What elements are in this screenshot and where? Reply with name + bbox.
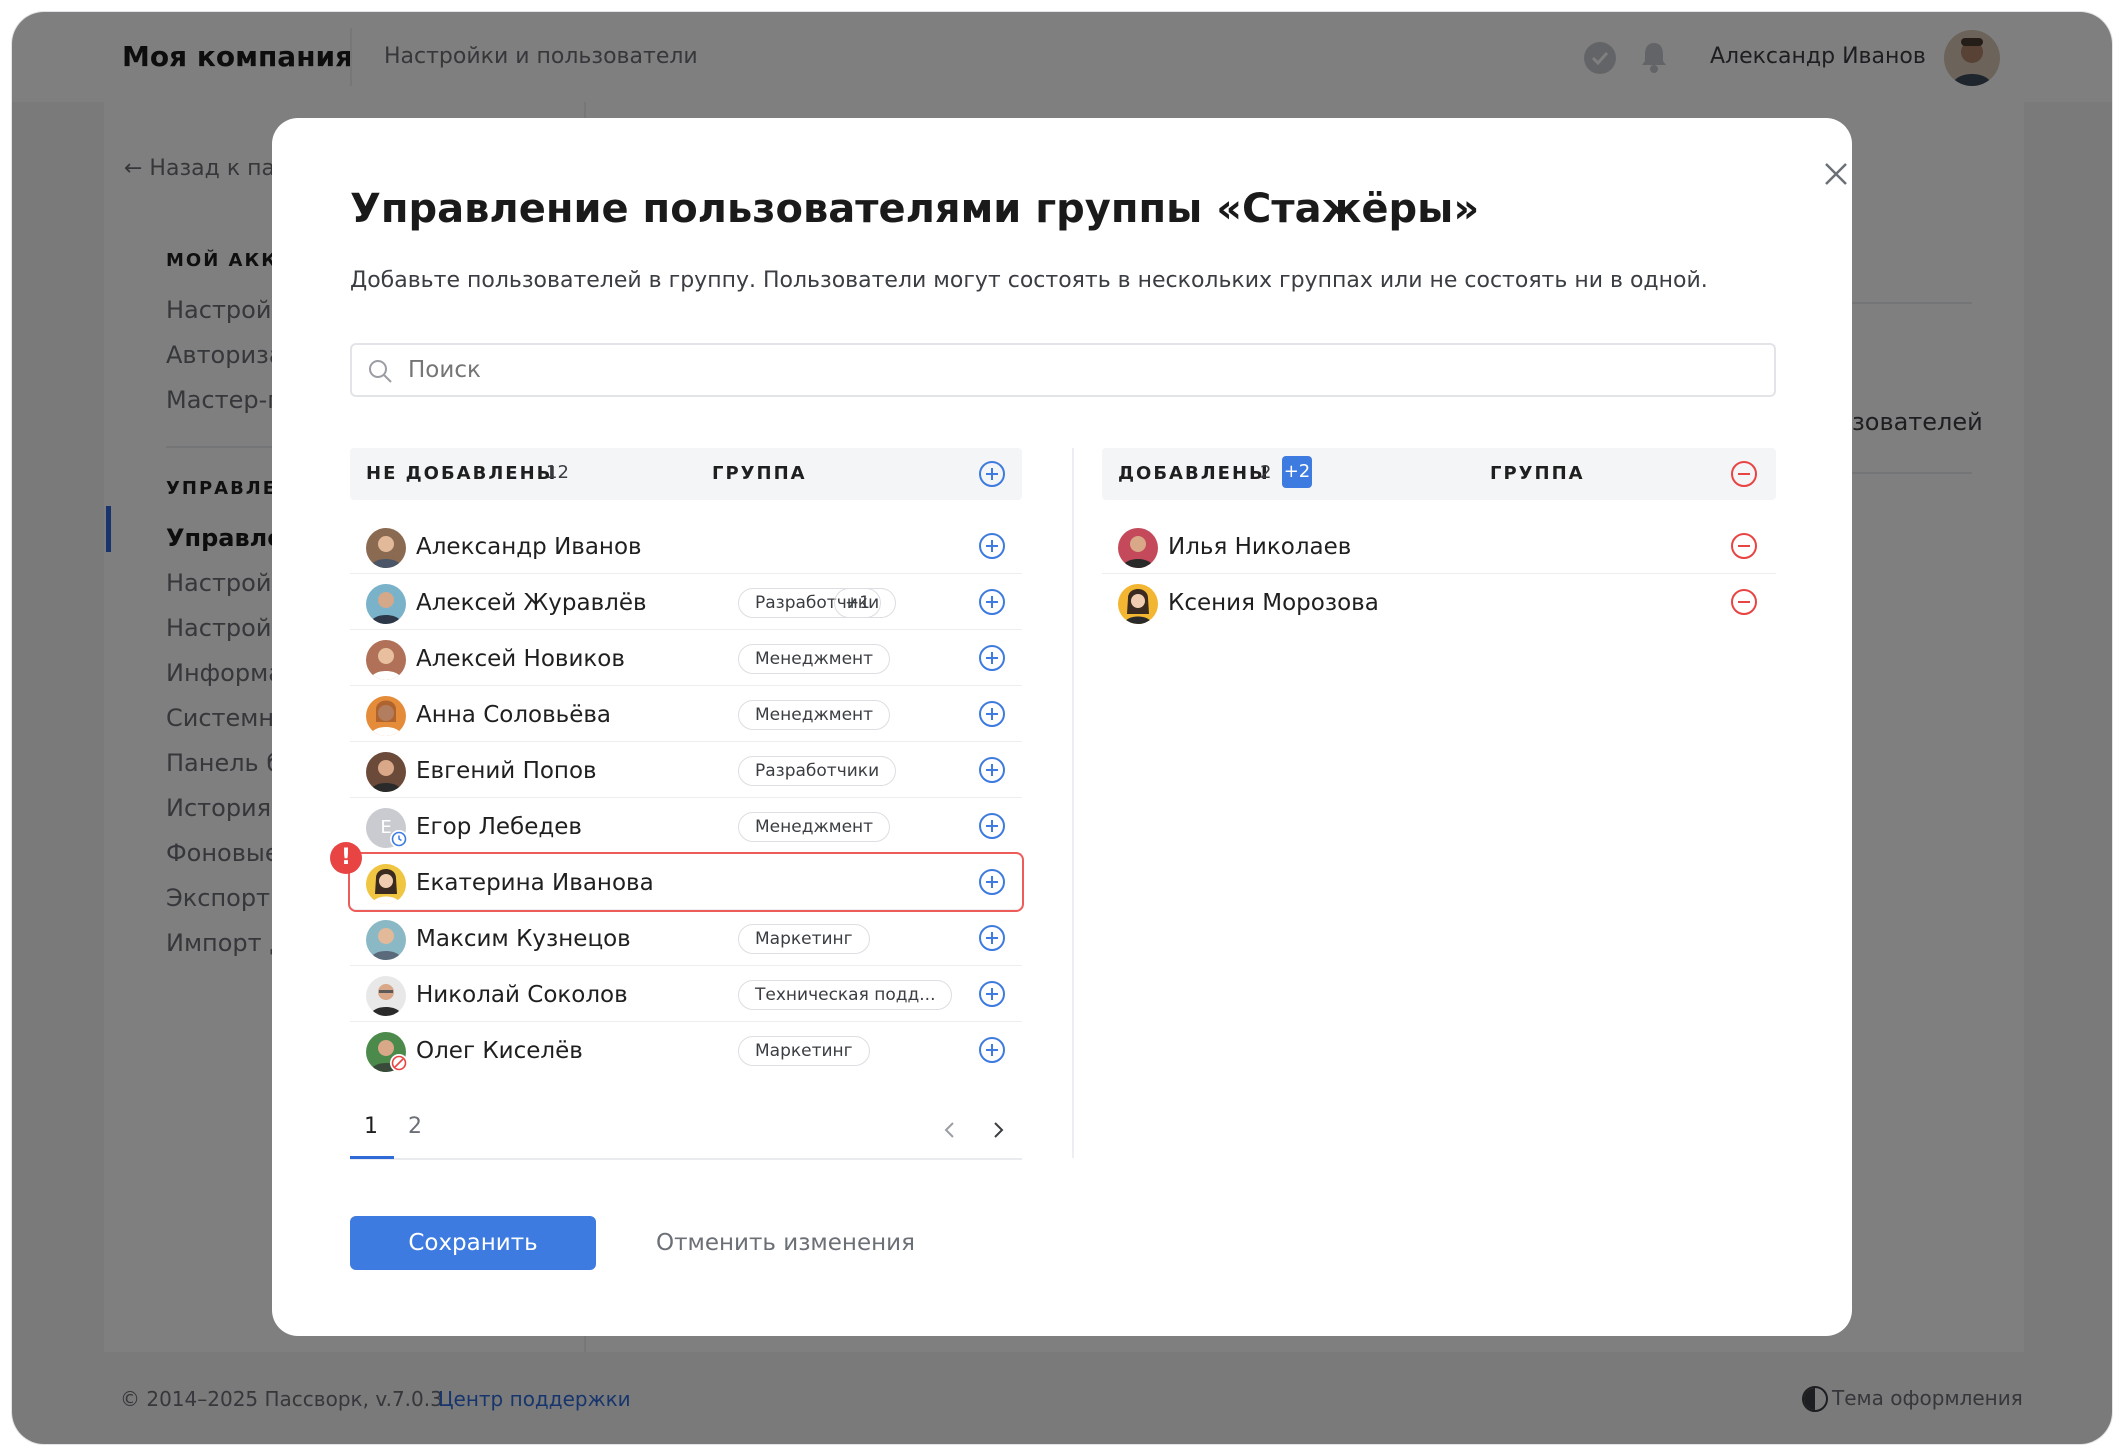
user-name: Александр Иванов	[416, 534, 642, 560]
clock-icon	[390, 830, 408, 848]
added-list: Илья Николаев Ксения Морозова	[1102, 518, 1776, 630]
chevron-left-icon[interactable]	[940, 1120, 960, 1140]
group-column-header: ГРУППА	[1490, 463, 1585, 484]
search-box[interactable]	[350, 343, 1776, 397]
user-name: Олег Киселёв	[416, 1038, 583, 1064]
add-icon[interactable]	[978, 980, 1006, 1008]
not-added-list: Александр Иванов Алексей Журавлёв Разраб…	[330, 518, 1024, 1078]
search-input[interactable]	[408, 357, 1708, 383]
user-name: Алексей Журавлёв	[416, 590, 647, 616]
group-column-header: ГРУППА	[712, 463, 807, 484]
user-name: Максим Кузнецов	[416, 926, 631, 952]
warning-icon: !	[330, 842, 362, 874]
add-icon[interactable]	[978, 588, 1006, 616]
avatar	[366, 528, 406, 568]
cancel-button[interactable]: Отменить изменения	[656, 1230, 915, 1256]
add-icon[interactable]	[978, 644, 1006, 672]
added-header: ДОБАВЛЕНЫ 2 +2 ГРУППА	[1102, 448, 1776, 500]
group-tag: Менеджмент	[738, 700, 891, 730]
save-button[interactable]: Сохранить	[350, 1216, 596, 1270]
add-icon[interactable]	[978, 1036, 1006, 1064]
avatar	[366, 584, 406, 624]
close-icon[interactable]	[1816, 154, 1856, 194]
user-name: Ксения Морозова	[1168, 590, 1379, 616]
add-icon[interactable]	[978, 924, 1006, 952]
add-icon[interactable]	[978, 812, 1006, 840]
avatar	[366, 976, 406, 1016]
avatar	[366, 864, 406, 904]
list-item[interactable]: Николай Соколов Техническая подд...	[350, 966, 1022, 1022]
group-tag: Разработчики	[738, 756, 897, 786]
search-icon	[369, 360, 392, 383]
columns-divider	[1072, 448, 1074, 1158]
page-2[interactable]: 2	[408, 1114, 422, 1139]
modal-title: Управление пользователями группы «Стажёр…	[350, 186, 1480, 232]
add-icon[interactable]	[978, 868, 1006, 896]
blocked-icon	[390, 1054, 408, 1072]
remove-icon[interactable]	[1730, 532, 1758, 560]
active-page-indicator	[350, 1156, 394, 1159]
list-item[interactable]: Алексей Новиков Менеджмент	[350, 630, 1022, 686]
add-icon[interactable]	[978, 532, 1006, 560]
avatar	[366, 920, 406, 960]
add-all-icon[interactable]	[978, 460, 1006, 488]
added-count: 2	[1260, 462, 1272, 483]
page-1[interactable]: 1	[364, 1114, 378, 1139]
user-name: Николай Соколов	[416, 982, 628, 1008]
modal-description: Добавьте пользователей в группу. Пользов…	[350, 268, 1708, 293]
user-name: Евгений Попов	[416, 758, 597, 784]
list-item[interactable]: Анна Соловьёва Менеджмент	[350, 686, 1022, 742]
list-item-warning[interactable]: ! Екатерина Иванова	[330, 842, 1024, 912]
avatar	[366, 640, 406, 680]
user-name: Алексей Новиков	[416, 646, 625, 672]
avatar	[1118, 584, 1158, 624]
pagination: 1 2	[350, 1110, 1022, 1160]
list-item[interactable]: Ксения Морозова	[1102, 574, 1776, 630]
group-tag: Техническая подд...	[738, 980, 953, 1010]
list-item[interactable]: Е Егор Лебедев Менеджмент	[350, 798, 1022, 854]
group-tag: Маркетинг	[738, 924, 870, 954]
extra-groups-tag: +1	[834, 588, 882, 618]
group-users-modal: Управление пользователями группы «Стажёр…	[272, 118, 1852, 1336]
added-badge: +2	[1282, 456, 1312, 488]
user-name: Егор Лебедев	[416, 814, 582, 840]
avatar	[1118, 528, 1158, 568]
user-name: Илья Николаев	[1168, 534, 1352, 560]
not-added-label: НЕ ДОБАВЛЕНЫ	[366, 463, 558, 484]
list-item[interactable]: Илья Николаев	[1102, 518, 1776, 574]
user-name: Екатерина Иванова	[416, 870, 654, 896]
list-item[interactable]: Алексей Журавлёв Разработчики +1	[350, 574, 1022, 630]
list-item[interactable]: Александр Иванов	[350, 518, 1022, 574]
group-tag: Маркетинг	[738, 1036, 870, 1066]
list-item[interactable]: Евгений Попов Разработчики	[350, 742, 1022, 798]
group-tag: Менеджмент	[738, 644, 891, 674]
remove-icon[interactable]	[1730, 588, 1758, 616]
app-frame: Моя компания Настройки и пользователи Ал…	[12, 12, 2112, 1444]
added-label: ДОБАВЛЕНЫ	[1118, 463, 1270, 484]
avatar	[366, 696, 406, 736]
list-item[interactable]: Олег Киселёв Маркетинг	[350, 1022, 1022, 1078]
chevron-right-icon[interactable]	[988, 1120, 1008, 1140]
not-added-header: НЕ ДОБАВЛЕНЫ 12 ГРУППА	[350, 448, 1022, 500]
list-item[interactable]: Максим Кузнецов Маркетинг	[350, 910, 1022, 966]
add-icon[interactable]	[978, 700, 1006, 728]
group-tag: Менеджмент	[738, 812, 891, 842]
avatar	[366, 752, 406, 792]
not-added-count: 12	[546, 462, 569, 483]
add-icon[interactable]	[978, 756, 1006, 784]
user-name: Анна Соловьёва	[416, 702, 612, 728]
remove-all-icon[interactable]	[1730, 460, 1758, 488]
